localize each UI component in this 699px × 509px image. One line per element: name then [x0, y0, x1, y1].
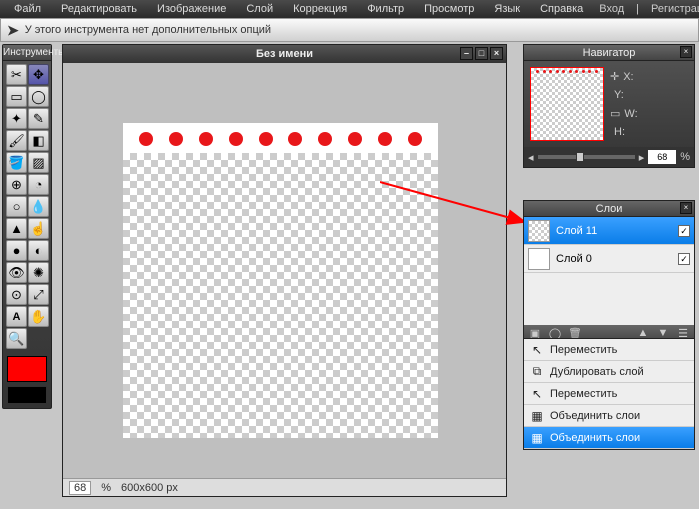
navigator-panel: Навигатор× ✛X: Y: ▭W: H: ◂ ▸ 68 %	[523, 44, 695, 168]
history-item[interactable]: ↖Переместить	[524, 383, 694, 405]
sponge-tool[interactable]: ●	[6, 240, 27, 261]
move-icon: ↖	[530, 343, 544, 357]
stamp-shape	[199, 132, 213, 146]
layer-visible-checkbox[interactable]: ✓	[678, 225, 690, 237]
stamp-shape	[378, 132, 392, 146]
stamp-shape	[408, 132, 422, 146]
brush-tool[interactable]: 🖌	[6, 130, 27, 151]
artwork[interactable]	[123, 123, 438, 438]
history-item[interactable]: ▦Объединить слои	[524, 405, 694, 427]
bucket-tool[interactable]: 🪣	[6, 152, 27, 173]
pointer-icon: ➤	[7, 22, 19, 39]
stamp-shape	[139, 132, 153, 146]
crop-tool[interactable]: ✂	[6, 64, 27, 85]
close-icon[interactable]: ×	[680, 46, 692, 58]
menu-view[interactable]: Просмотр	[414, 1, 484, 17]
stamp-shape	[169, 132, 183, 146]
zoom-tool[interactable]: 🔍	[6, 328, 27, 349]
clone-tool[interactable]: ⊕	[6, 174, 27, 195]
menu-file[interactable]: Файл	[4, 1, 51, 17]
menu-filter[interactable]: Фильтр	[357, 1, 414, 17]
lasso-tool[interactable]: ◯	[28, 86, 49, 107]
smudge-tool[interactable]: ☝	[28, 218, 49, 239]
options-text: У этого инструмента нет дополнительных о…	[25, 24, 271, 36]
wand-tool[interactable]: ✦	[6, 108, 27, 129]
menu-layer[interactable]: Слой	[236, 1, 283, 17]
canvas-dims: 600x600 px	[121, 482, 178, 494]
auth-sep: |	[630, 1, 645, 17]
layer-row[interactable]: Слой 0 ✓	[524, 245, 694, 273]
toolbox: Инструменты ✂ ✥ ▭ ◯ ✦ ✎ 🖌 ◧ 🪣 ▨ ⊕ ◔ ○ 💧 …	[2, 44, 52, 409]
history-item[interactable]: ▦Объединить слои	[524, 427, 694, 449]
layer-visible-checkbox[interactable]: ✓	[678, 253, 690, 265]
document-window: Без имени – □ ×	[62, 44, 507, 497]
stamp-shape	[288, 132, 302, 146]
layer-thumb	[528, 220, 550, 242]
rect-icon: ▭	[610, 107, 620, 120]
navigator-title[interactable]: Навигатор×	[524, 45, 694, 61]
layer-row[interactable]: Слой 11 ✓	[524, 217, 694, 245]
layers-panel: Слои× Слой 11 ✓ Слой 0 ✓ ▣ ◯ 🗑 ▲ ▼ ☰	[523, 200, 695, 344]
redeye-tool[interactable]: 👁	[6, 262, 27, 283]
minimize-button[interactable]: –	[460, 47, 473, 60]
layer-name[interactable]: Слой 0	[556, 253, 672, 265]
blur-tool[interactable]: 💧	[28, 196, 49, 217]
stamp-shape	[229, 132, 243, 146]
eraser-tool[interactable]: ◧	[28, 130, 49, 151]
history-item[interactable]: ↖Переместить	[524, 339, 694, 361]
move-icon: ↖	[530, 387, 544, 401]
draw-tool[interactable]: ○	[6, 196, 27, 217]
zoom-unit: %	[101, 482, 111, 494]
type-tool[interactable]: A	[6, 306, 27, 327]
register-link[interactable]: Регистрация	[645, 1, 699, 17]
zoom-slider[interactable]: ◂ ▸ 68 %	[524, 147, 694, 167]
nav-zoom-value[interactable]: 68	[648, 150, 676, 164]
gradient-tool[interactable]: ▨	[28, 152, 49, 173]
document-title[interactable]: Без имени – □ ×	[63, 45, 506, 63]
zoom-value[interactable]: 68	[69, 481, 91, 495]
toolbox-title: Инструменты	[3, 45, 51, 61]
background-color[interactable]	[7, 386, 47, 404]
spot-tool[interactable]: ✺	[28, 262, 49, 283]
duplicate-icon: ⧉	[530, 364, 544, 379]
move-tool[interactable]: ✥	[28, 64, 49, 85]
stamp-shape	[259, 132, 273, 146]
menubar: Файл Редактировать Изображение Слой Корр…	[0, 0, 699, 18]
marquee-tool[interactable]: ▭	[6, 86, 27, 107]
layers-title[interactable]: Слои×	[524, 201, 694, 217]
options-bar: ➤ У этого инструмента нет дополнительных…	[0, 18, 699, 42]
login-link[interactable]: Вход	[593, 1, 630, 17]
layer-thumb	[528, 248, 550, 270]
merge-icon: ▦	[530, 431, 544, 445]
maximize-button[interactable]: □	[475, 47, 488, 60]
sharpen-tool[interactable]: ▲	[6, 218, 27, 239]
canvas-area[interactable]	[63, 63, 506, 478]
crosshair-icon: ✛	[610, 70, 619, 83]
history-item[interactable]: ⧉Дублировать слой	[524, 361, 694, 383]
status-bar: 68 % 600x600 px	[63, 478, 506, 496]
hand-tool[interactable]: ✋	[28, 306, 49, 327]
menu-lang[interactable]: Язык	[484, 1, 530, 17]
menu-correction[interactable]: Коррекция	[283, 1, 357, 17]
menu-image[interactable]: Изображение	[147, 1, 236, 17]
stamp-shape	[318, 132, 332, 146]
pinch-tool[interactable]: ⊙	[6, 284, 27, 305]
history-panel: ↖Переместить ⧉Дублировать слой ↖Перемест…	[523, 338, 695, 450]
stamp-shape	[348, 132, 362, 146]
eyedrop-tool[interactable]: ⤢	[28, 284, 49, 305]
replace-tool[interactable]: ◔	[28, 174, 49, 195]
menu-help[interactable]: Справка	[530, 1, 593, 17]
layer-name[interactable]: Слой 11	[556, 225, 672, 237]
transparent-area	[123, 153, 438, 438]
menu-edit[interactable]: Редактировать	[51, 1, 147, 17]
pencil-tool[interactable]: ✎	[28, 108, 49, 129]
foreground-color[interactable]	[7, 356, 47, 382]
navigator-preview[interactable]	[530, 67, 604, 141]
dodge-tool[interactable]: ◐	[28, 240, 49, 261]
close-button[interactable]: ×	[490, 47, 503, 60]
close-icon[interactable]: ×	[680, 202, 692, 214]
merge-icon: ▦	[530, 409, 544, 423]
